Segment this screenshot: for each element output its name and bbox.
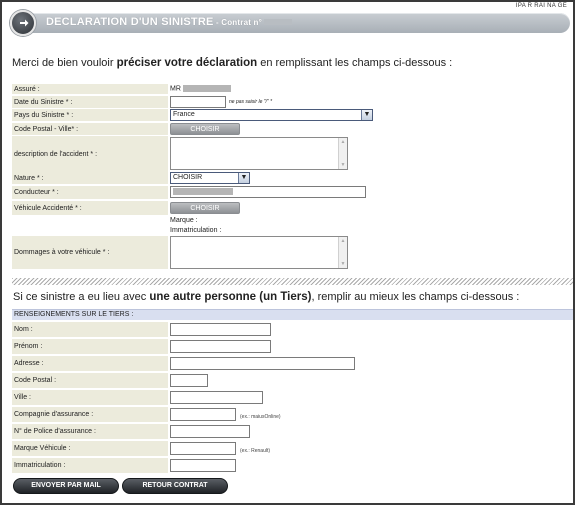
page-frame: IPA R RAI NA GE DECLARATION D'UN SINISTR…	[0, 0, 575, 505]
choisir-cp-button[interactable]: CHOISIR	[170, 123, 240, 135]
send-mail-button[interactable]: ENVOYER PAR MAIL	[13, 478, 119, 494]
marque-label: Marque :	[170, 217, 198, 224]
conducteur-input[interactable]	[170, 186, 366, 198]
dommages-label: Dommages à votre véhicule * :	[12, 236, 168, 269]
scroll-up-icon[interactable]: ▲	[340, 238, 346, 244]
scroll-down-icon[interactable]: ▼	[340, 162, 346, 168]
tiers-police-label: N° de Police d'assurance :	[12, 424, 168, 439]
tiers-nom-label: Nom :	[12, 322, 168, 337]
assure-label: Assuré :	[12, 84, 168, 94]
nature-label: Nature * :	[12, 172, 168, 184]
choisir-vehicule-button[interactable]: CHOISIR	[170, 202, 240, 214]
tiers-section-title: RENSEIGNEMENTS SUR LE TIERS :	[12, 309, 573, 320]
header-banner: DECLARATION D'UN SINISTRE - Contrat n°	[10, 10, 570, 36]
pays-label: Pays du Sinistre * :	[12, 109, 168, 121]
nature-select[interactable]: CHOISIR ▼	[170, 172, 250, 184]
row-tiers-compagnie: Compagnie d'assurance :	[12, 407, 358, 422]
row-vehicule: Véhicule Accidenté * : CHOISIR	[12, 201, 358, 215]
row-date: Date du Sinistre * : ne pas saisir le "/…	[12, 96, 358, 108]
top-note: IPA R RAI NA GE	[515, 3, 567, 9]
conducteur-label: Conducteur * :	[12, 186, 168, 199]
tiers-cp-label: Code Postal :	[12, 373, 168, 388]
back-circle-button[interactable]	[10, 10, 36, 36]
intro-text: Merci de bien vouloir préciser votre déc…	[12, 57, 452, 69]
row-description: description de l'accident * : ▲ ▼	[12, 136, 358, 172]
dommages-textarea[interactable]: ▲ ▼	[170, 236, 348, 269]
contract-label: - Contrat n°	[213, 18, 262, 27]
row-code-postal: Code Postal - Ville* : CHOISIR	[12, 123, 358, 135]
page-title: DECLARATION D'UN SINISTRE - Contrat n°	[46, 16, 292, 28]
intro-part2: en remplissant les champs ci-dessous :	[257, 57, 453, 69]
chevron-down-icon: ▼	[361, 110, 372, 120]
tiers-nom-input[interactable]	[170, 323, 271, 336]
intro-part1: Merci de bien vouloir	[12, 57, 117, 69]
tiers-police-input[interactable]	[170, 425, 250, 438]
tiers-marque-label: Marque Véhicule :	[12, 441, 168, 456]
immat-label: Immatriculation :	[170, 227, 222, 234]
row-tiers-police: N° de Police d'assurance :	[12, 424, 358, 439]
tiers-compagnie-label: Compagnie d'assurance :	[12, 407, 168, 422]
page-title-text: DECLARATION D'UN SINISTRE	[46, 16, 214, 28]
row-tiers-ville: Ville :	[12, 390, 358, 405]
section-divider	[12, 278, 573, 285]
tiers-intro-part1: Si ce sinistre a eu lieu avec	[13, 291, 150, 303]
nature-selected: CHOISIR	[173, 174, 203, 181]
contract-number-redacted	[264, 19, 292, 26]
row-tiers-adresse: Adresse :	[12, 356, 358, 371]
row-tiers-cp: Code Postal :	[12, 373, 358, 388]
intro-bold: préciser votre déclaration	[116, 57, 258, 69]
tiers-ville-input[interactable]	[170, 391, 263, 404]
arrow-right-icon	[20, 19, 29, 27]
tiers-compagnie-input[interactable]	[170, 408, 236, 421]
row-dommages: Dommages à votre véhicule * : ▲ ▼	[12, 236, 358, 269]
date-hint: ne pas saisir le "/" *	[229, 99, 273, 105]
tiers-prenom-input[interactable]	[170, 340, 271, 353]
tiers-immat-label: Immatriculation :	[12, 458, 168, 473]
vehicule-label: Véhicule Accidenté * :	[12, 201, 168, 215]
row-tiers-prenom: Prénom :	[12, 339, 358, 354]
assure-value: MR	[170, 85, 231, 92]
pays-selected: France	[173, 111, 195, 118]
tiers-intro-text: Si ce sinistre a eu lieu avec une autre …	[13, 291, 519, 303]
tiers-marque-input[interactable]	[170, 442, 236, 455]
description-textarea[interactable]: ▲ ▼	[170, 137, 348, 170]
back-contract-button[interactable]: RETOUR CONTRAT	[122, 478, 228, 494]
description-label: description de l'accident * :	[12, 136, 168, 172]
tiers-ville-label: Ville :	[12, 390, 168, 405]
row-nature: Nature * : CHOISIR ▼	[12, 172, 358, 184]
row-pays: Pays du Sinistre * : France ▼	[12, 109, 373, 121]
row-tiers-immat: Immatriculation :	[12, 458, 358, 473]
chevron-down-icon: ▼	[238, 173, 249, 183]
dommages-scrollbar[interactable]: ▲ ▼	[338, 237, 347, 268]
row-conducteur: Conducteur * :	[12, 186, 366, 199]
date-label: Date du Sinistre * :	[12, 96, 168, 108]
tiers-prenom-label: Prénom :	[12, 339, 168, 354]
row-tiers-marque: Marque Véhicule :	[12, 441, 358, 456]
tiers-adresse-label: Adresse :	[12, 356, 168, 371]
row-assure: Assuré : MR	[12, 84, 358, 94]
pays-select[interactable]: France ▼	[170, 109, 373, 121]
compagnie-hint: (ex.: maiusOnline)	[240, 414, 281, 420]
tiers-cp-input[interactable]	[170, 374, 208, 387]
description-scrollbar[interactable]: ▲ ▼	[338, 138, 347, 169]
tiers-intro-part2: , remplir au mieux les champs ci-dessous…	[311, 291, 520, 303]
tiers-adresse-input[interactable]	[170, 357, 355, 370]
tiers-immat-input[interactable]	[170, 459, 236, 472]
marque-hint: (ex.: Renault)	[240, 448, 271, 454]
tiers-intro-bold: une autre personne (un Tiers)	[149, 291, 312, 303]
date-input[interactable]	[170, 96, 226, 108]
row-tiers-nom: Nom :	[12, 322, 358, 337]
scroll-down-icon[interactable]: ▼	[340, 261, 346, 267]
scroll-up-icon[interactable]: ▲	[340, 139, 346, 145]
cp-label: Code Postal - Ville* :	[12, 123, 168, 135]
